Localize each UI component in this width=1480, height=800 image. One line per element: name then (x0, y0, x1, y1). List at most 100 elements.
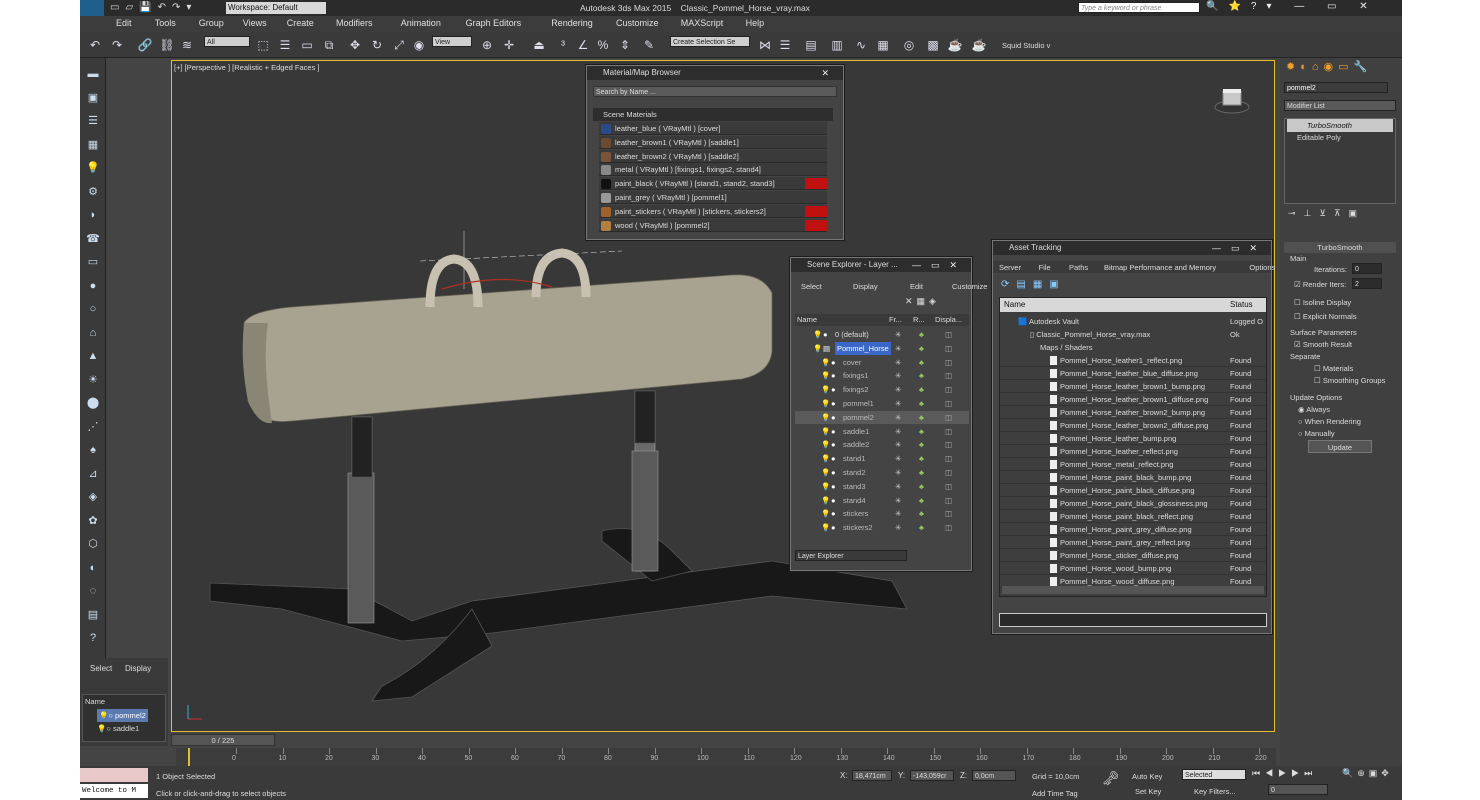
undo-icon[interactable]: ↶ (86, 36, 104, 54)
unlink-icon[interactable]: ⛓ (158, 36, 176, 54)
layer-row[interactable]: 💡 ▤ Pommel_Horse ✳ ♣ ◫ (795, 341, 969, 355)
list-item[interactable]: 💡○ saddle1 (97, 722, 139, 735)
render-frame-icon[interactable]: ☕ (946, 36, 964, 54)
render-teapot-icon[interactable]: ♣ (919, 356, 924, 369)
menu-customize[interactable]: Customize (616, 18, 659, 28)
layer-row[interactable]: 💡 ● 0 (default) ✳ ♣ ◫ (795, 328, 969, 341)
left-tool-11-icon[interactable]: ⌂ (84, 325, 102, 341)
lightbulb-icon[interactable]: 💡 (821, 397, 830, 410)
object-name-input[interactable]: pommel2 (1284, 82, 1388, 93)
left-tool-16-icon[interactable]: ♠ (84, 442, 102, 458)
time-slider[interactable]: 0 / 225 (171, 734, 275, 746)
asset-file-row[interactable]: Pommel_Horse_leather_brown2_diffuse.png F… (1000, 419, 1266, 432)
scene-menu-edit[interactable]: Edit (910, 280, 923, 293)
asset-path-field[interactable] (999, 613, 1267, 627)
isoline-checkbox[interactable]: ☐ Isoline Display (1294, 296, 1351, 309)
asset-file-row[interactable]: Pommel_Horse_paint_black_glossiness.png F… (1000, 497, 1266, 510)
keyboard-shortcut-icon[interactable]: ⏏ (530, 36, 548, 54)
left-tool-4-icon[interactable]: 💡 (84, 160, 102, 176)
scene-object-row[interactable]: 💡 ● saddle2 ✳ ♣ ◫ (795, 438, 969, 451)
bind-space-warp-icon[interactable]: ≋ (178, 36, 196, 54)
scene-col-3[interactable]: Displa... (935, 313, 962, 326)
asset-file-row[interactable]: Pommel_Horse_paint_grey_diffuse.png Found (1000, 523, 1266, 536)
percent-snap-icon[interactable]: % (594, 36, 612, 54)
scene-menu-customize[interactable]: Customize (952, 280, 987, 293)
render-teapot-icon[interactable]: ♣ (919, 452, 924, 465)
left-tool-9-icon[interactable]: ● (84, 278, 102, 294)
scale-icon[interactable]: ⤢ (390, 36, 408, 54)
asset-file-row[interactable]: Pommel_Horse_leather_brown2_bump.png Foun… (1000, 406, 1266, 419)
freeze-icon[interactable]: ✳ (895, 494, 901, 507)
scene-object-row[interactable]: 💡 ● pommel2 ✳ ♣ ◫ (795, 410, 969, 424)
freeze-icon[interactable]: ✳ (895, 425, 901, 438)
layer-explorer-dropdown[interactable]: Layer Explorer (795, 550, 907, 561)
freeze-icon[interactable]: ✳ (895, 356, 901, 369)
lightbulb-icon[interactable]: 💡 (821, 452, 830, 465)
display-box-icon[interactable]: ◫ (945, 521, 952, 534)
file-row[interactable]: ▯ Classic_Pommel_Horse_vray.max Ok (1030, 328, 1266, 341)
layer-manager-icon[interactable]: ▤ (802, 36, 820, 54)
menu-tools[interactable]: Tools (155, 18, 176, 28)
scene-object-row[interactable]: 💡 ● cover ✳ ♣ ◫ (795, 356, 969, 369)
tab-display[interactable]: Display (125, 664, 151, 673)
manipulate-icon[interactable]: ✛ (500, 36, 518, 54)
scene-col-0[interactable]: Name (797, 313, 817, 326)
scene-object-row[interactable]: 💡 ● stand2 ✳ ♣ ◫ (795, 466, 969, 479)
selection-filter-dropdown[interactable]: All (204, 36, 250, 47)
left-tool-19-icon[interactable]: ✿ (84, 513, 102, 529)
project-label[interactable]: Squid Studio v (1002, 41, 1050, 50)
scene-menu-select[interactable]: Select (801, 280, 822, 293)
lightbulb-icon[interactable]: 💡 (821, 507, 830, 520)
left-tool-0-icon[interactable]: ▬ (84, 66, 102, 82)
left-tool-20-icon[interactable]: ⬡ (84, 536, 102, 552)
left-tool-8-icon[interactable]: ▭ (84, 254, 102, 270)
tab-select[interactable]: Select (90, 664, 112, 673)
update-button[interactable]: Update (1308, 440, 1372, 453)
asset-file-row[interactable]: Pommel_Horse_sticker_diffuse.png Found (1000, 549, 1266, 562)
menu-modifiers[interactable]: Modifiers (336, 18, 373, 28)
freeze-icon[interactable]: ✳ (895, 342, 901, 355)
select-object-icon[interactable]: ⬚ (254, 36, 272, 54)
scene-explorer-title[interactable]: Scene Explorer - Layer ... —▭✕ (791, 258, 971, 272)
angle-snap-icon[interactable]: ∠ (574, 36, 592, 54)
display-box-icon[interactable]: ◫ (945, 480, 952, 493)
vault-row[interactable]: 🟦 Autodesk Vault Logged O (1018, 315, 1266, 328)
scene-object-row[interactable]: 💡 ● pommel1 ✳ ♣ ◫ (795, 397, 969, 410)
render-teapot-icon[interactable]: ♣ (919, 328, 924, 341)
asset-toolbar-icons[interactable]: ⟳▤▦▣ (1001, 279, 1066, 290)
align-icon[interactable]: ☰ (776, 36, 794, 54)
snap-icon[interactable]: ³ (554, 36, 572, 54)
freeze-icon[interactable]: ✳ (895, 411, 901, 424)
freeze-icon[interactable]: ✳ (895, 397, 901, 410)
viewport-nav-icons[interactable]: 🔍⊕▣✥ (1342, 768, 1393, 779)
scene-object-row[interactable]: 💡 ● stand1 ✳ ♣ ◫ (795, 452, 969, 465)
lightbulb-icon[interactable]: 💡 (821, 438, 830, 451)
material-item[interactable]: paint_black ( VRayMtl ) [stand1, stand2,… (599, 177, 827, 191)
freeze-icon[interactable]: ✳ (895, 507, 901, 520)
asset-file-row[interactable]: Pommel_Horse_leather_bump.png Found (1000, 432, 1266, 445)
left-tool-2-icon[interactable]: ☰ (84, 113, 102, 129)
menu-graph-editors[interactable]: Graph Editors (466, 18, 522, 28)
select-by-name-icon[interactable]: ☰ (276, 36, 294, 54)
key-mode-dropdown[interactable]: Selected (1182, 769, 1246, 780)
named-selection-dropdown[interactable]: Create Selection Se (670, 36, 750, 47)
render-teapot-icon[interactable]: ♣ (919, 507, 924, 520)
left-tool-10-icon[interactable]: ○ (84, 301, 102, 317)
display-box-icon[interactable]: ◫ (945, 383, 952, 396)
render-teapot-icon[interactable]: ♣ (919, 411, 924, 424)
spinner-snap-icon[interactable]: ⇕ (616, 36, 634, 54)
left-tool-12-icon[interactable]: ▲ (84, 348, 102, 364)
left-tool-17-icon[interactable]: ⊿ (84, 466, 102, 482)
lightbulb-icon[interactable]: 💡 (821, 466, 830, 479)
left-tool-18-icon[interactable]: ◈ (84, 489, 102, 505)
lightbulb-icon[interactable]: 💡 (821, 411, 830, 424)
scene-object-row[interactable]: 💡 ● stickers2 ✳ ♣ ◫ (795, 521, 969, 534)
asset-file-row[interactable]: Pommel_Horse_metal_reflect.png Found (1000, 458, 1266, 471)
x-coord-field[interactable]: 18,471cm (852, 770, 892, 781)
render-teapot-icon[interactable]: ♣ (919, 425, 924, 438)
asset-menu-3[interactable]: Bitmap Performance and Memory (1104, 261, 1216, 274)
asset-file-row[interactable]: Pommel_Horse_paint_grey_reflect.png Found (1000, 536, 1266, 549)
scene-object-row[interactable]: 💡 ● stickers ✳ ♣ ◫ (795, 507, 969, 520)
left-tool-7-icon[interactable]: ☎ (84, 231, 102, 247)
asset-file-row[interactable]: Pommel_Horse_leather_blue_diffuse.png Fou… (1000, 367, 1266, 380)
